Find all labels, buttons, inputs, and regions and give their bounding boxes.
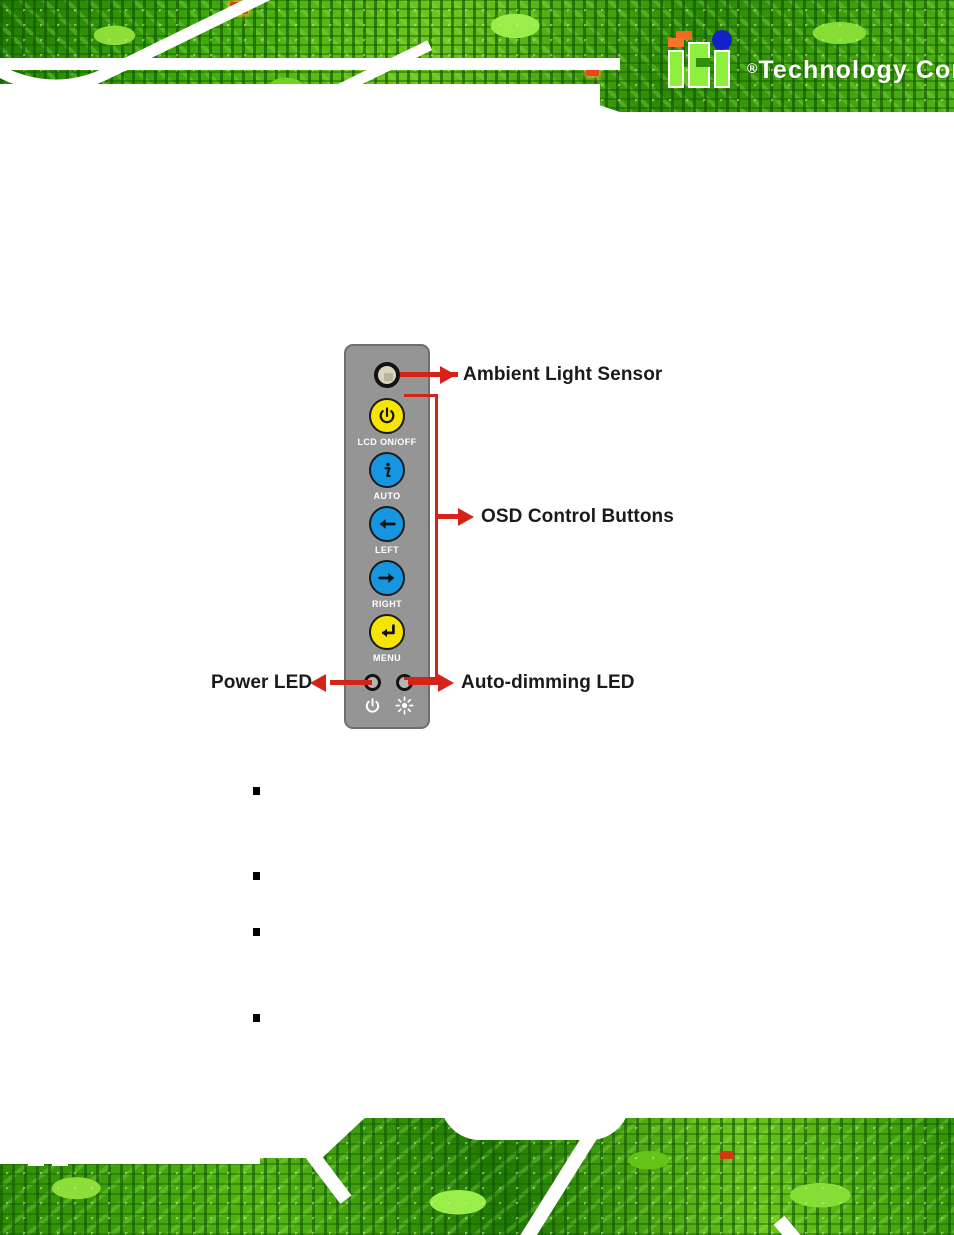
logo-blue-dot <box>712 30 732 50</box>
callout-label-auto-dimming-led: Auto-dimming LED <box>461 672 635 693</box>
callout-arrow-power-led <box>310 674 326 692</box>
callout-line-power-led <box>330 680 372 685</box>
callout-arrow-ambient-light-sensor <box>440 366 456 384</box>
control-panel-figure: LCD ON/OFF AUTO LEFT RIGHT MENU Ambient … <box>0 344 954 744</box>
callout-arrow-osd-control-buttons <box>458 508 474 526</box>
ambient-light-sensor <box>374 362 400 388</box>
list-item-bullet-2 <box>253 872 260 880</box>
left-button[interactable] <box>369 506 405 542</box>
power-status-icon <box>365 698 380 713</box>
registered-trademark-symbol: ® <box>747 60 759 76</box>
page-body: LCD ON/OFF AUTO LEFT RIGHT MENU Ambient … <box>0 118 954 1118</box>
info-icon <box>384 462 391 478</box>
callout-line-auto-dimming-led <box>408 680 440 685</box>
list-item-bullet-3 <box>253 928 260 936</box>
callout-label-osd-control-buttons: OSD Control Buttons <box>481 506 674 527</box>
footer-white-top-left <box>0 1118 270 1158</box>
callout-bracket-osd-control-buttons <box>404 394 438 680</box>
callout-arrow-auto-dimming-led <box>438 674 454 692</box>
logo-letter-i-second <box>714 50 730 88</box>
auto-button[interactable] <box>369 452 405 488</box>
arrow-left-icon <box>380 519 396 529</box>
page-header: ®Technology Corp. <box>0 0 954 118</box>
callout-label-power-led: Power LED <box>211 672 313 693</box>
logo-letter-e-notch <box>696 58 710 67</box>
brightness-icon <box>395 696 414 715</box>
iei-logo-mark <box>666 30 742 88</box>
iei-logo: ®Technology Corp. <box>666 26 954 88</box>
footer-component-red-d <box>720 1151 734 1159</box>
enter-icon <box>381 624 395 638</box>
power-icon <box>379 407 395 424</box>
callout-label-ambient-light-sensor: Ambient Light Sensor <box>463 364 663 385</box>
page-footer <box>0 1118 954 1235</box>
menu-button[interactable] <box>369 614 405 650</box>
list-item-bullet-1 <box>253 787 260 795</box>
logo-orange-accent <box>668 38 684 47</box>
right-button[interactable] <box>369 560 405 596</box>
lcd-on-off-button[interactable] <box>369 398 405 434</box>
footer-swoosh-left <box>0 1154 260 1164</box>
logo-letter-i-first <box>668 50 684 88</box>
logo-tagline: ®Technology Corp. <box>747 56 954 85</box>
arrow-right-icon <box>378 573 394 583</box>
ambient-light-sensor-lens <box>384 373 393 381</box>
logo-tagline-text: Technology Corp. <box>758 56 954 84</box>
list-item-bullet-4 <box>253 1014 260 1022</box>
